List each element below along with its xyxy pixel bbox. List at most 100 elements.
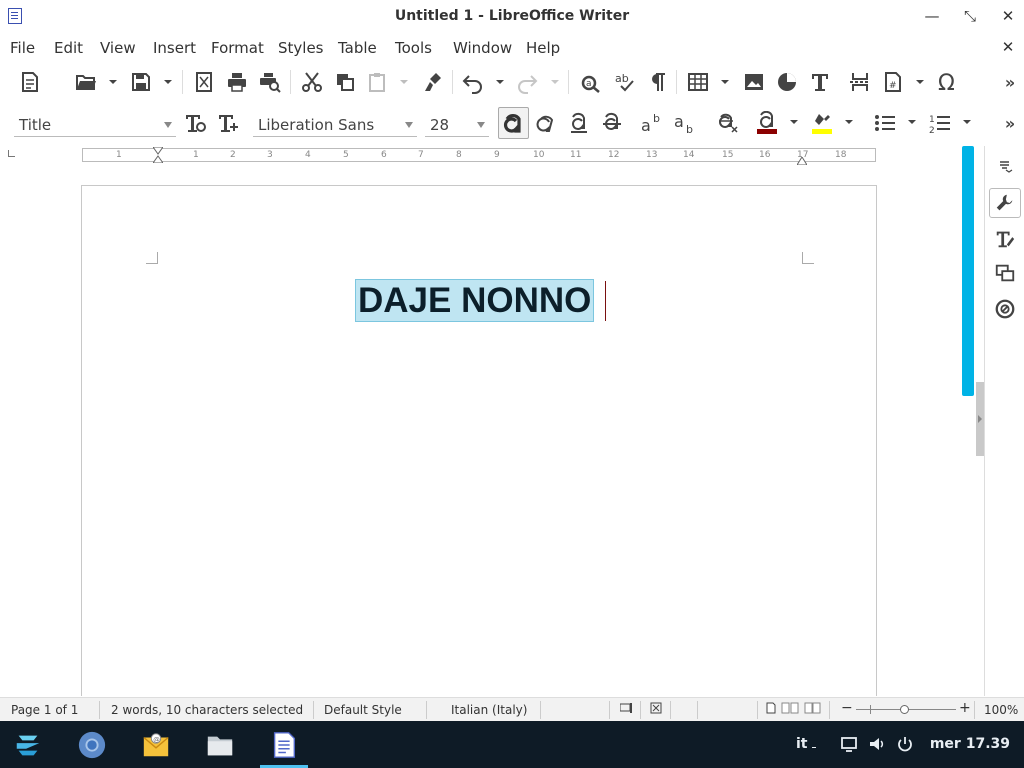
table-dropdown-icon[interactable] bbox=[721, 78, 729, 86]
power-icon[interactable] bbox=[896, 735, 914, 757]
tab-type-icon[interactable] bbox=[8, 150, 15, 157]
ordered-list-dropdown-icon[interactable] bbox=[963, 118, 971, 126]
redo-dropdown-icon[interactable] bbox=[551, 78, 559, 86]
book-view-icon[interactable] bbox=[804, 702, 822, 717]
open-dropdown-icon[interactable] bbox=[109, 78, 117, 86]
files-icon[interactable] bbox=[202, 727, 238, 763]
zorin-menu-icon[interactable] bbox=[10, 727, 46, 763]
insert-textbox-icon[interactable] bbox=[806, 68, 834, 96]
horizontal-ruler[interactable]: 1 1 2 3 4 5 6 7 8 9 10 11 12 13 14 15 16 17 18 bbox=[0, 144, 978, 166]
menu-window[interactable]: Window bbox=[453, 39, 512, 57]
cut-icon[interactable] bbox=[298, 68, 326, 96]
sidebar-menu-icon[interactable] bbox=[989, 150, 1021, 180]
more-toolbar-icon[interactable]: » bbox=[998, 68, 1022, 96]
vertical-scrollbar[interactable] bbox=[962, 146, 974, 396]
field-dropdown-icon[interactable] bbox=[916, 78, 924, 86]
more-formatting-icon[interactable]: » bbox=[998, 109, 1022, 137]
unordered-list-icon[interactable] bbox=[871, 109, 899, 137]
insert-page-break-icon[interactable] bbox=[846, 68, 874, 96]
insert-field-icon[interactable]: # bbox=[879, 68, 907, 96]
language[interactable]: Italian (Italy) bbox=[451, 703, 527, 717]
keyboard-layout-indicator[interactable]: it bbox=[796, 736, 808, 752]
properties-icon[interactable] bbox=[989, 188, 1021, 218]
menu-help[interactable]: Help bbox=[526, 39, 560, 57]
bold-icon[interactable] bbox=[498, 107, 529, 139]
notifications-icon[interactable] bbox=[840, 735, 858, 757]
zoom-level[interactable]: 100% bbox=[984, 703, 1018, 717]
document-modified-icon[interactable] bbox=[650, 702, 662, 717]
highlight-color-icon[interactable] bbox=[808, 109, 836, 137]
underline-icon[interactable] bbox=[565, 109, 593, 137]
ordered-list-icon[interactable]: 12 bbox=[926, 109, 954, 137]
volume-icon[interactable] bbox=[868, 735, 886, 757]
clone-formatting-icon[interactable] bbox=[420, 68, 448, 96]
page-count[interactable]: Page 1 of 1 bbox=[11, 703, 78, 717]
mail-icon[interactable]: @ bbox=[138, 727, 174, 763]
insert-mode-icon[interactable] bbox=[619, 702, 632, 717]
styles-icon[interactable] bbox=[989, 224, 1021, 254]
clock[interactable]: mer 17.39 bbox=[930, 736, 1010, 752]
subscript-icon[interactable]: ab bbox=[671, 109, 699, 137]
new-document-icon[interactable] bbox=[16, 68, 44, 96]
menu-format[interactable]: Format bbox=[211, 39, 264, 57]
insert-chart-icon[interactable] bbox=[773, 68, 801, 96]
paste-icon[interactable] bbox=[363, 68, 391, 96]
export-pdf-icon[interactable] bbox=[190, 68, 218, 96]
insert-table-icon[interactable] bbox=[684, 68, 712, 96]
insert-image-icon[interactable] bbox=[740, 68, 768, 96]
undo-dropdown-icon[interactable] bbox=[496, 78, 504, 86]
gallery-icon[interactable] bbox=[989, 258, 1021, 288]
font-size-combo[interactable]: 28 bbox=[425, 113, 489, 137]
highlight-dropdown-icon[interactable] bbox=[845, 118, 853, 126]
multi-page-view-icon[interactable] bbox=[781, 702, 799, 717]
print-icon[interactable] bbox=[223, 68, 251, 96]
chromium-icon[interactable] bbox=[74, 727, 110, 763]
word-count[interactable]: 2 words, 10 characters selected bbox=[111, 703, 303, 717]
menu-styles[interactable]: Styles bbox=[278, 39, 324, 57]
close-document-icon[interactable]: ✕ bbox=[998, 37, 1018, 57]
paragraph-style-combo[interactable]: Title bbox=[14, 113, 176, 137]
redo-icon[interactable] bbox=[513, 68, 541, 96]
writer-taskbar-icon[interactable] bbox=[266, 727, 302, 763]
update-style-icon[interactable] bbox=[181, 109, 209, 137]
special-character-icon[interactable]: Ω bbox=[934, 68, 962, 96]
new-style-icon[interactable] bbox=[214, 109, 242, 137]
paragraph-style-dropdown-icon[interactable] bbox=[164, 122, 172, 128]
menu-edit[interactable]: Edit bbox=[54, 39, 83, 57]
unordered-list-dropdown-icon[interactable] bbox=[908, 118, 916, 126]
document-title-text[interactable]: DAJE NONNO bbox=[355, 279, 595, 322]
menu-insert[interactable]: Insert bbox=[153, 39, 196, 57]
font-name-combo[interactable]: Liberation Sans bbox=[253, 113, 417, 137]
zoom-slider-thumb[interactable] bbox=[900, 705, 909, 714]
document-page[interactable]: DAJE NONNO bbox=[81, 185, 877, 696]
copy-icon[interactable] bbox=[331, 68, 359, 96]
italic-icon[interactable] bbox=[532, 109, 560, 137]
save-icon[interactable] bbox=[127, 68, 155, 96]
open-folder-icon[interactable] bbox=[72, 68, 100, 96]
zoom-in-icon[interactable]: + bbox=[959, 700, 971, 716]
paste-dropdown-icon[interactable] bbox=[400, 78, 408, 86]
clear-formatting-icon[interactable] bbox=[714, 109, 742, 137]
menu-view[interactable]: View bbox=[100, 39, 136, 57]
menu-tools[interactable]: Tools bbox=[395, 39, 432, 57]
font-size-dropdown-icon[interactable] bbox=[477, 122, 485, 128]
minimize-icon[interactable]: — bbox=[922, 6, 942, 26]
font-color-dropdown-icon[interactable] bbox=[790, 118, 798, 126]
page-style[interactable]: Default Style bbox=[324, 703, 402, 717]
close-icon[interactable]: ✕ bbox=[998, 6, 1018, 26]
sidebar-collapse-handle[interactable] bbox=[976, 382, 984, 456]
print-preview-icon[interactable] bbox=[256, 68, 284, 96]
save-dropdown-icon[interactable] bbox=[164, 78, 172, 86]
superscript-icon[interactable]: ab bbox=[638, 109, 666, 137]
indent-marker-icon[interactable] bbox=[152, 146, 164, 164]
find-replace-icon[interactable]: a bbox=[577, 68, 605, 96]
menu-table[interactable]: Table bbox=[338, 39, 377, 57]
undo-icon[interactable] bbox=[459, 68, 487, 96]
zoom-out-icon[interactable]: − bbox=[841, 700, 853, 716]
navigator-icon[interactable] bbox=[989, 294, 1021, 324]
menu-file[interactable]: File bbox=[10, 39, 35, 57]
restore-icon[interactable]: ⤡ bbox=[960, 6, 980, 26]
strikethrough-icon[interactable] bbox=[598, 109, 626, 137]
spelling-icon[interactable]: ab bbox=[611, 68, 639, 96]
formatting-marks-icon[interactable] bbox=[644, 68, 672, 96]
